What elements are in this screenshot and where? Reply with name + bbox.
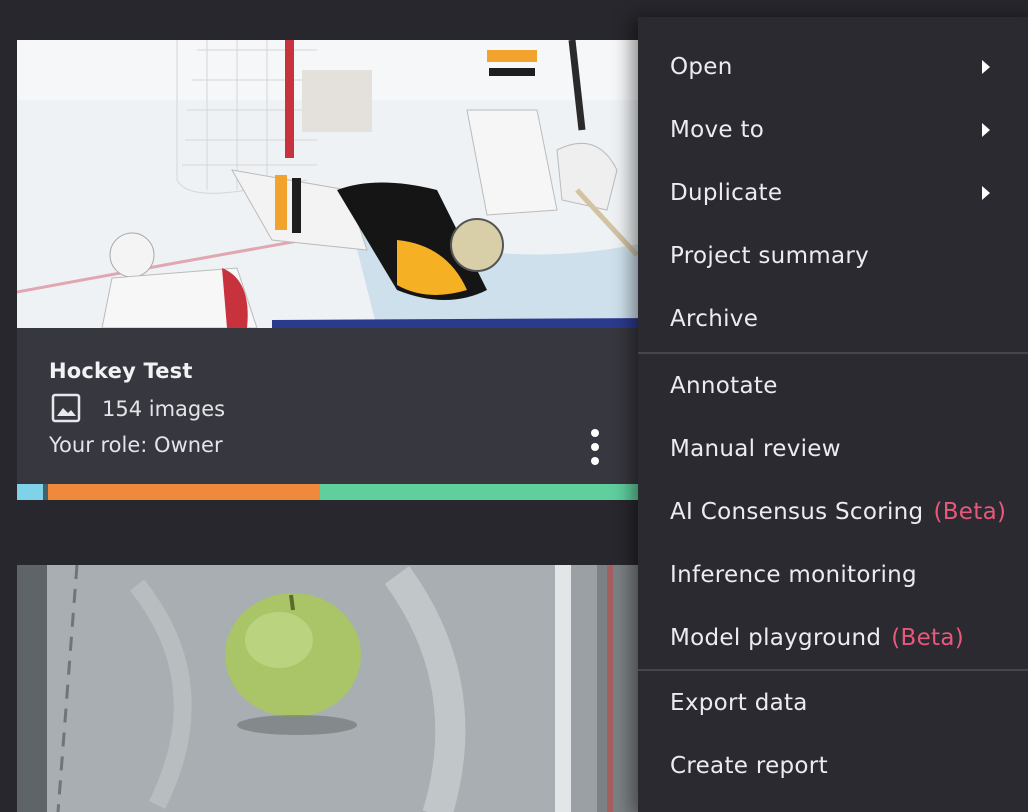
menu-item-inference-monitoring[interactable]: Inference monitoring: [638, 543, 1028, 606]
menu-item-label: Export data: [670, 689, 808, 716]
menu-group-project: Open Move to Duplicate Project summary A…: [638, 17, 1028, 354]
project-role: Your role: Owner: [49, 433, 223, 457]
menu-item-label: Project summary: [670, 242, 870, 269]
menu-item-label: Model playground: [670, 624, 882, 651]
project-card[interactable]: [17, 565, 657, 812]
project-card[interactable]: Hockey Test 154 images Your role: Owner: [17, 40, 657, 500]
menu-item-create-report[interactable]: Create report: [638, 734, 1028, 797]
role-value: Owner: [154, 433, 223, 457]
menu-item-label: Annotate: [670, 372, 778, 399]
project-info: Hockey Test 154 images Your role: Owner: [17, 328, 657, 484]
menu-item-duplicate[interactable]: Duplicate: [638, 161, 1028, 224]
chevron-right-icon: [982, 185, 990, 200]
menu-group-export: Export data Create report: [638, 671, 1028, 797]
menu-item-move-to[interactable]: Move to: [638, 98, 1028, 161]
apple-thumbnail-image: [17, 565, 657, 812]
menu-item-archive[interactable]: Archive: [638, 287, 1028, 350]
menu-item-label: Manual review: [670, 435, 841, 462]
menu-item-label: Inference monitoring: [670, 561, 917, 588]
menu-item-export-data[interactable]: Export data: [638, 671, 1028, 734]
hockey-thumbnail-image: [17, 40, 657, 328]
page: Hockey Test 154 images Your role: Owner: [0, 0, 1028, 812]
progress-segment: [17, 484, 43, 500]
kebab-dot: [591, 457, 599, 465]
kebab-dot: [591, 443, 599, 451]
project-thumbnail[interactable]: [17, 40, 657, 328]
chevron-right-icon: [982, 122, 990, 137]
menu-item-label: Create report: [670, 752, 828, 779]
beta-badge: (Beta): [891, 624, 965, 651]
project-title[interactable]: Hockey Test: [49, 359, 193, 383]
project-progress-bar: [17, 484, 657, 500]
menu-item-ai-consensus-scoring[interactable]: AI Consensus Scoring (Beta): [638, 480, 1028, 543]
menu-item-manual-review[interactable]: Manual review: [638, 417, 1028, 480]
menu-item-label: Archive: [670, 305, 759, 332]
menu-item-open[interactable]: Open: [638, 35, 1028, 98]
beta-badge: (Beta): [933, 498, 1007, 525]
menu-item-label: Move to: [670, 116, 765, 143]
progress-segment: [47, 484, 320, 500]
progress-segment: [319, 484, 657, 500]
chevron-right-icon: [982, 59, 990, 74]
image-count: 154 images: [102, 397, 226, 421]
menu-group-tools: Annotate Manual review AI Consensus Scor…: [638, 354, 1028, 671]
role-label: Your role:: [49, 433, 148, 457]
menu-item-annotate[interactable]: Annotate: [638, 354, 1028, 417]
image-icon: [51, 393, 81, 423]
menu-item-label: Open: [670, 53, 733, 80]
more-vertical-icon[interactable]: [583, 426, 607, 468]
menu-item-project-summary[interactable]: Project summary: [638, 224, 1028, 287]
kebab-dot: [591, 429, 599, 437]
menu-item-label: Duplicate: [670, 179, 783, 206]
menu-item-model-playground[interactable]: Model playground (Beta): [638, 606, 1028, 669]
menu-item-label: AI Consensus Scoring: [670, 498, 924, 525]
project-context-menu: Open Move to Duplicate Project summary A…: [638, 17, 1028, 812]
